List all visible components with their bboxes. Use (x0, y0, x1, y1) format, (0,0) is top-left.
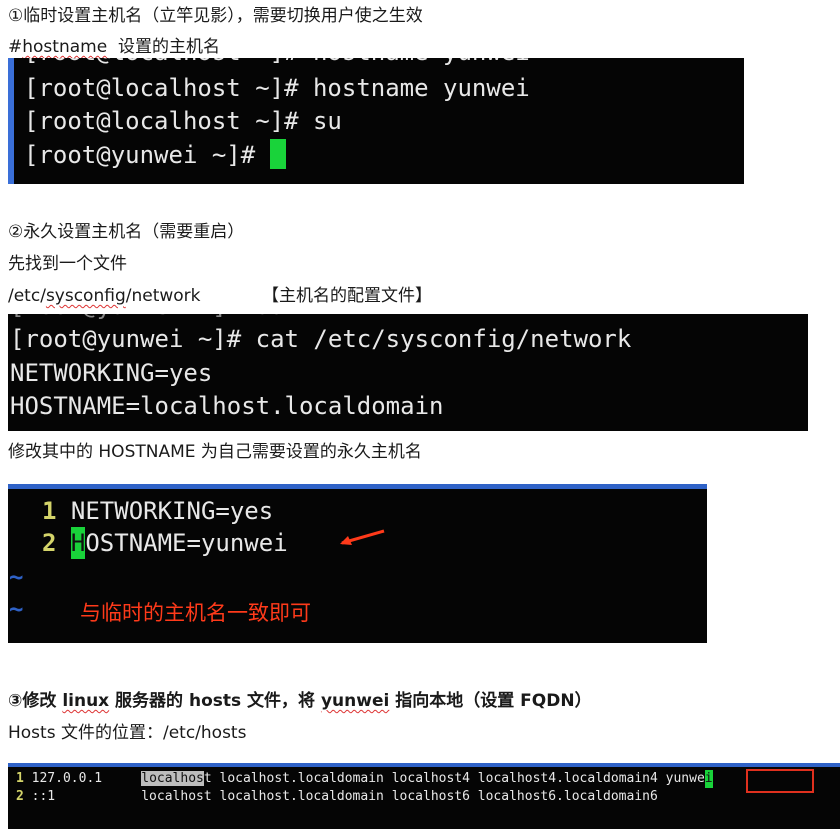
hostname-word: hostname (22, 37, 108, 57)
hosts-names-1: t localhost.localdomain localhost4 local… (203, 771, 658, 786)
network-path-line: /etc/sysconfig/network (8, 285, 201, 307)
path-sysconfig: sysconfig (45, 286, 126, 306)
line-number-2: 2 (42, 529, 57, 557)
tilde-2: ~ (9, 595, 24, 623)
section2-line1: 先找到一个文件 (8, 254, 127, 274)
line-number-1: 1 (42, 497, 57, 525)
hosts-ip-1: 127.0.0.1 (31, 771, 103, 786)
section3-yunwei: yunwei (320, 691, 390, 711)
arrow-icon (340, 529, 385, 545)
vi-line-2-text: OSTNAME=yunwei (85, 529, 288, 557)
section3-title: ③修改 linux 服务器的 hosts 文件，将 yunwei 指向本地（设置… (8, 690, 592, 712)
highlight-box (746, 769, 814, 793)
section3-title-b: 服务器的 hosts 文件，将 (109, 691, 321, 711)
config-file-note: 【主机名的配置文件】 (262, 286, 432, 306)
vi-line-2: 2 HOSTNAME=yunwei (42, 527, 288, 559)
vi-editor: 1 NETWORKING=yes 2 HOSTNAME=yunwei ~ ~ 与… (8, 484, 707, 643)
hosts-location: Hosts 文件的位置：/etc/hosts (8, 723, 247, 743)
tilde-1: ~ (9, 563, 24, 591)
hash-sign: # (8, 37, 23, 57)
hostname-desc: 设置的主机名 (117, 37, 220, 57)
terminal-cat-network: [root@yunwei ~]# su [root@yunwei ~]# cat… (8, 314, 808, 431)
hosts-names-2: localhost localhost.localdomain localhos… (141, 789, 658, 804)
vi-line-1-text: NETWORKING=yes (70, 497, 274, 525)
section2-after: 修改其中的 HOSTNAME 为自己需要设置的永久主机名 (8, 442, 422, 462)
terminal-line-1: [root@localhost ~]# hostname yunwei (24, 74, 530, 102)
hosts-line-2: 2 ::1 localhost localhost.localdomain lo… (16, 788, 658, 806)
prompt-yunwei: [root@yunwei ~]# (24, 141, 270, 169)
section3-linux: linux (62, 691, 110, 711)
hosts-line-1: 1 127.0.0.1 localhost localhost.localdom… (16, 770, 713, 788)
section2-title: ②永久设置主机名（需要重启） (8, 222, 245, 242)
vi-line-1: 1 NETWORKING=yes (42, 495, 273, 527)
hosts-file-view: 1 127.0.0.1 localhost localhost.localdom… (8, 763, 840, 829)
section3-title-c: 指向本地（设置 FQDN） (389, 691, 592, 711)
line-number-2: 2 (16, 789, 24, 804)
terminal-line-2: NETWORKING=yes (10, 359, 213, 387)
terminal-line-2: [root@localhost ~]# su (24, 107, 342, 135)
terminal-temp-hostname: [root@localhost ~]# hostname yunwei [roo… (8, 58, 744, 184)
hostname-command-note: #hostname 设置的主机名 (8, 36, 220, 58)
section1-title: ①临时设置主机名（立竿见影），需要切换用户使之生效 (8, 6, 423, 26)
terminal-line-3: [root@yunwei ~]# (24, 139, 286, 171)
line-number-1: 1 (16, 771, 24, 786)
highlighted-localhos: localhos (141, 771, 204, 786)
cursor-block (269, 139, 286, 169)
terminal-line-3: HOSTNAME=localhost.localdomain (10, 392, 444, 420)
hosts-ip-2: ::1 (31, 789, 56, 804)
terminal-partial-top: [root@yunwei ~]# su (10, 314, 285, 322)
cursor-char: i (704, 770, 713, 788)
path-prefix: /etc/ (8, 286, 46, 306)
cursor-char: H (70, 527, 86, 559)
terminal-line-1: [root@yunwei ~]# cat /etc/sysconfig/netw… (10, 325, 632, 353)
section3-title-a: ③修改 (8, 691, 63, 711)
terminal-partial-line: [root@localhost ~]# hostname yunwei (24, 58, 530, 68)
annotation-note: 与临时的主机名一致即可 (80, 601, 311, 625)
path-suffix: /network (125, 286, 201, 306)
hosts-yunwei: yunwe (665, 771, 705, 786)
